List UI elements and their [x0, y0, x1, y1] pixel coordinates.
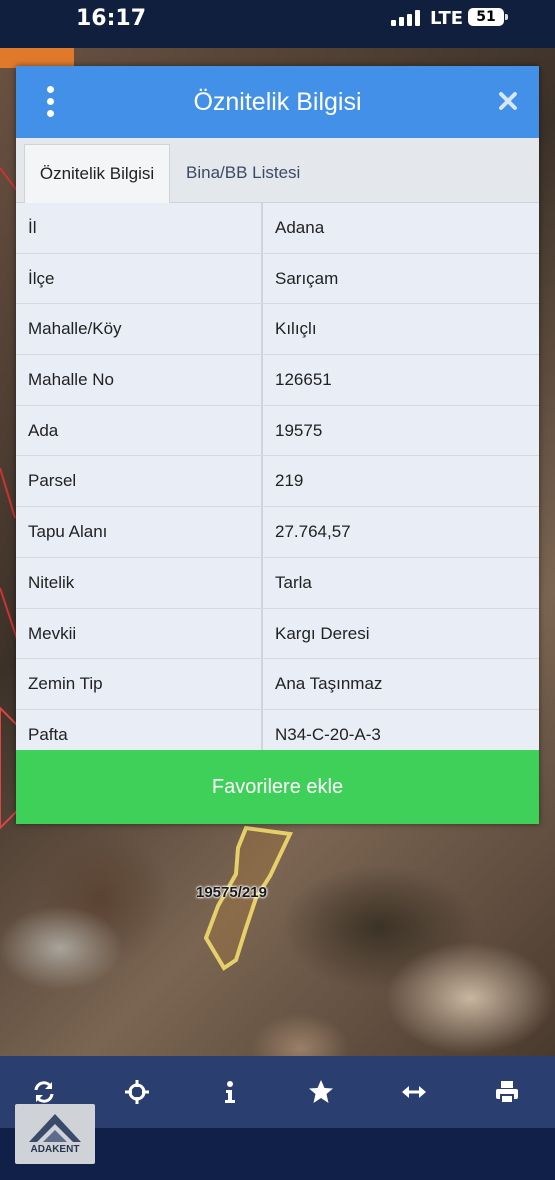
logo-text: ADAKENT	[30, 1144, 80, 1155]
signal-icon	[391, 10, 421, 26]
column-divider	[261, 304, 263, 355]
attribute-key: Nitelik	[28, 572, 75, 592]
column-divider	[261, 507, 263, 557]
column-divider	[261, 557, 263, 608]
column-divider	[261, 253, 263, 304]
attribute-value: Tarla	[275, 572, 312, 592]
attribute-value: Adana	[275, 218, 325, 237]
add-favorite-button[interactable]: Favorilere ekle	[16, 750, 539, 824]
attribute-key: İlçe	[28, 268, 55, 288]
adakent-logo: ADAKENT	[15, 1104, 95, 1164]
column-divider	[261, 355, 263, 405]
attribute-value: 126651	[275, 370, 332, 390]
star-icon[interactable]	[303, 1074, 339, 1110]
crosshair-icon[interactable]	[119, 1074, 155, 1110]
table-row: Mahalle/Köy Kılıçlı	[16, 304, 539, 356]
attribute-key: Mahalle/Köy	[28, 319, 122, 339]
close-icon[interactable]	[495, 88, 521, 114]
attribute-value: 19575	[275, 420, 323, 440]
table-row: Zemin Tip Ana Taşınmaz	[16, 659, 539, 710]
status-time: 16:17	[76, 6, 147, 31]
arrows-horizontal-icon[interactable]	[396, 1074, 432, 1110]
parcel-label: 19575/219	[196, 884, 267, 901]
attribute-dialog: Öznitelik Bilgisi Öznitelik Bilgisi Bina…	[16, 66, 539, 824]
column-divider	[261, 203, 263, 253]
tab-bar: Öznitelik Bilgisi Bina/BB Listesi	[16, 138, 539, 203]
attribute-key: Mevkii	[28, 623, 77, 643]
attribute-key: Ada	[28, 420, 59, 440]
status-bar: 16:17 LTE 51	[0, 0, 555, 48]
tab-attribute-info[interactable]: Öznitelik Bilgisi	[24, 144, 170, 203]
table-row: Nitelik Tarla	[16, 557, 539, 609]
attribute-key: Mahalle No	[28, 370, 114, 390]
table-row: Tapu Alanı 27.764,57	[16, 507, 539, 558]
attribute-table: İl Adana İlçe Sarıçam Mahalle/Köy Kılıçlı Maha…	[16, 203, 539, 761]
column-divider	[261, 608, 263, 659]
attribute-value: 27.764,57	[275, 522, 351, 542]
attribute-value: Kargı Deresi	[275, 623, 370, 643]
dialog-title: Öznitelik Bilgisi	[193, 88, 362, 116]
table-row: Mahalle No 126651	[16, 355, 539, 406]
network-type: LTE	[430, 8, 464, 29]
column-divider	[261, 659, 263, 709]
info-icon[interactable]	[212, 1074, 248, 1110]
attribute-value: Sarıçam	[275, 268, 339, 288]
attribute-value: 219	[275, 471, 304, 491]
logo-mark-icon	[29, 1114, 81, 1142]
attribute-value: Ana Taşınmaz	[275, 674, 383, 694]
table-row: Mevkii Kargı Deresi	[16, 608, 539, 660]
dialog-header: Öznitelik Bilgisi	[16, 66, 539, 138]
table-row: İlçe Sarıçam	[16, 253, 539, 305]
attribute-key: İl	[28, 218, 37, 237]
column-divider	[261, 405, 263, 456]
print-icon[interactable]	[489, 1074, 525, 1110]
table-row: Parsel 219	[16, 456, 539, 508]
attribute-key: Parsel	[28, 471, 77, 491]
attribute-key: Zemin Tip	[28, 674, 103, 694]
attribute-value: Kılıçlı	[275, 319, 317, 339]
tab-building-list[interactable]: Bina/BB Listesi	[186, 144, 300, 202]
attribute-key: Tapu Alanı	[28, 522, 108, 542]
table-row: İl Adana	[16, 203, 539, 254]
battery-icon: 51	[468, 8, 508, 26]
table-row: Ada 19575	[16, 405, 539, 457]
column-divider	[261, 456, 263, 507]
